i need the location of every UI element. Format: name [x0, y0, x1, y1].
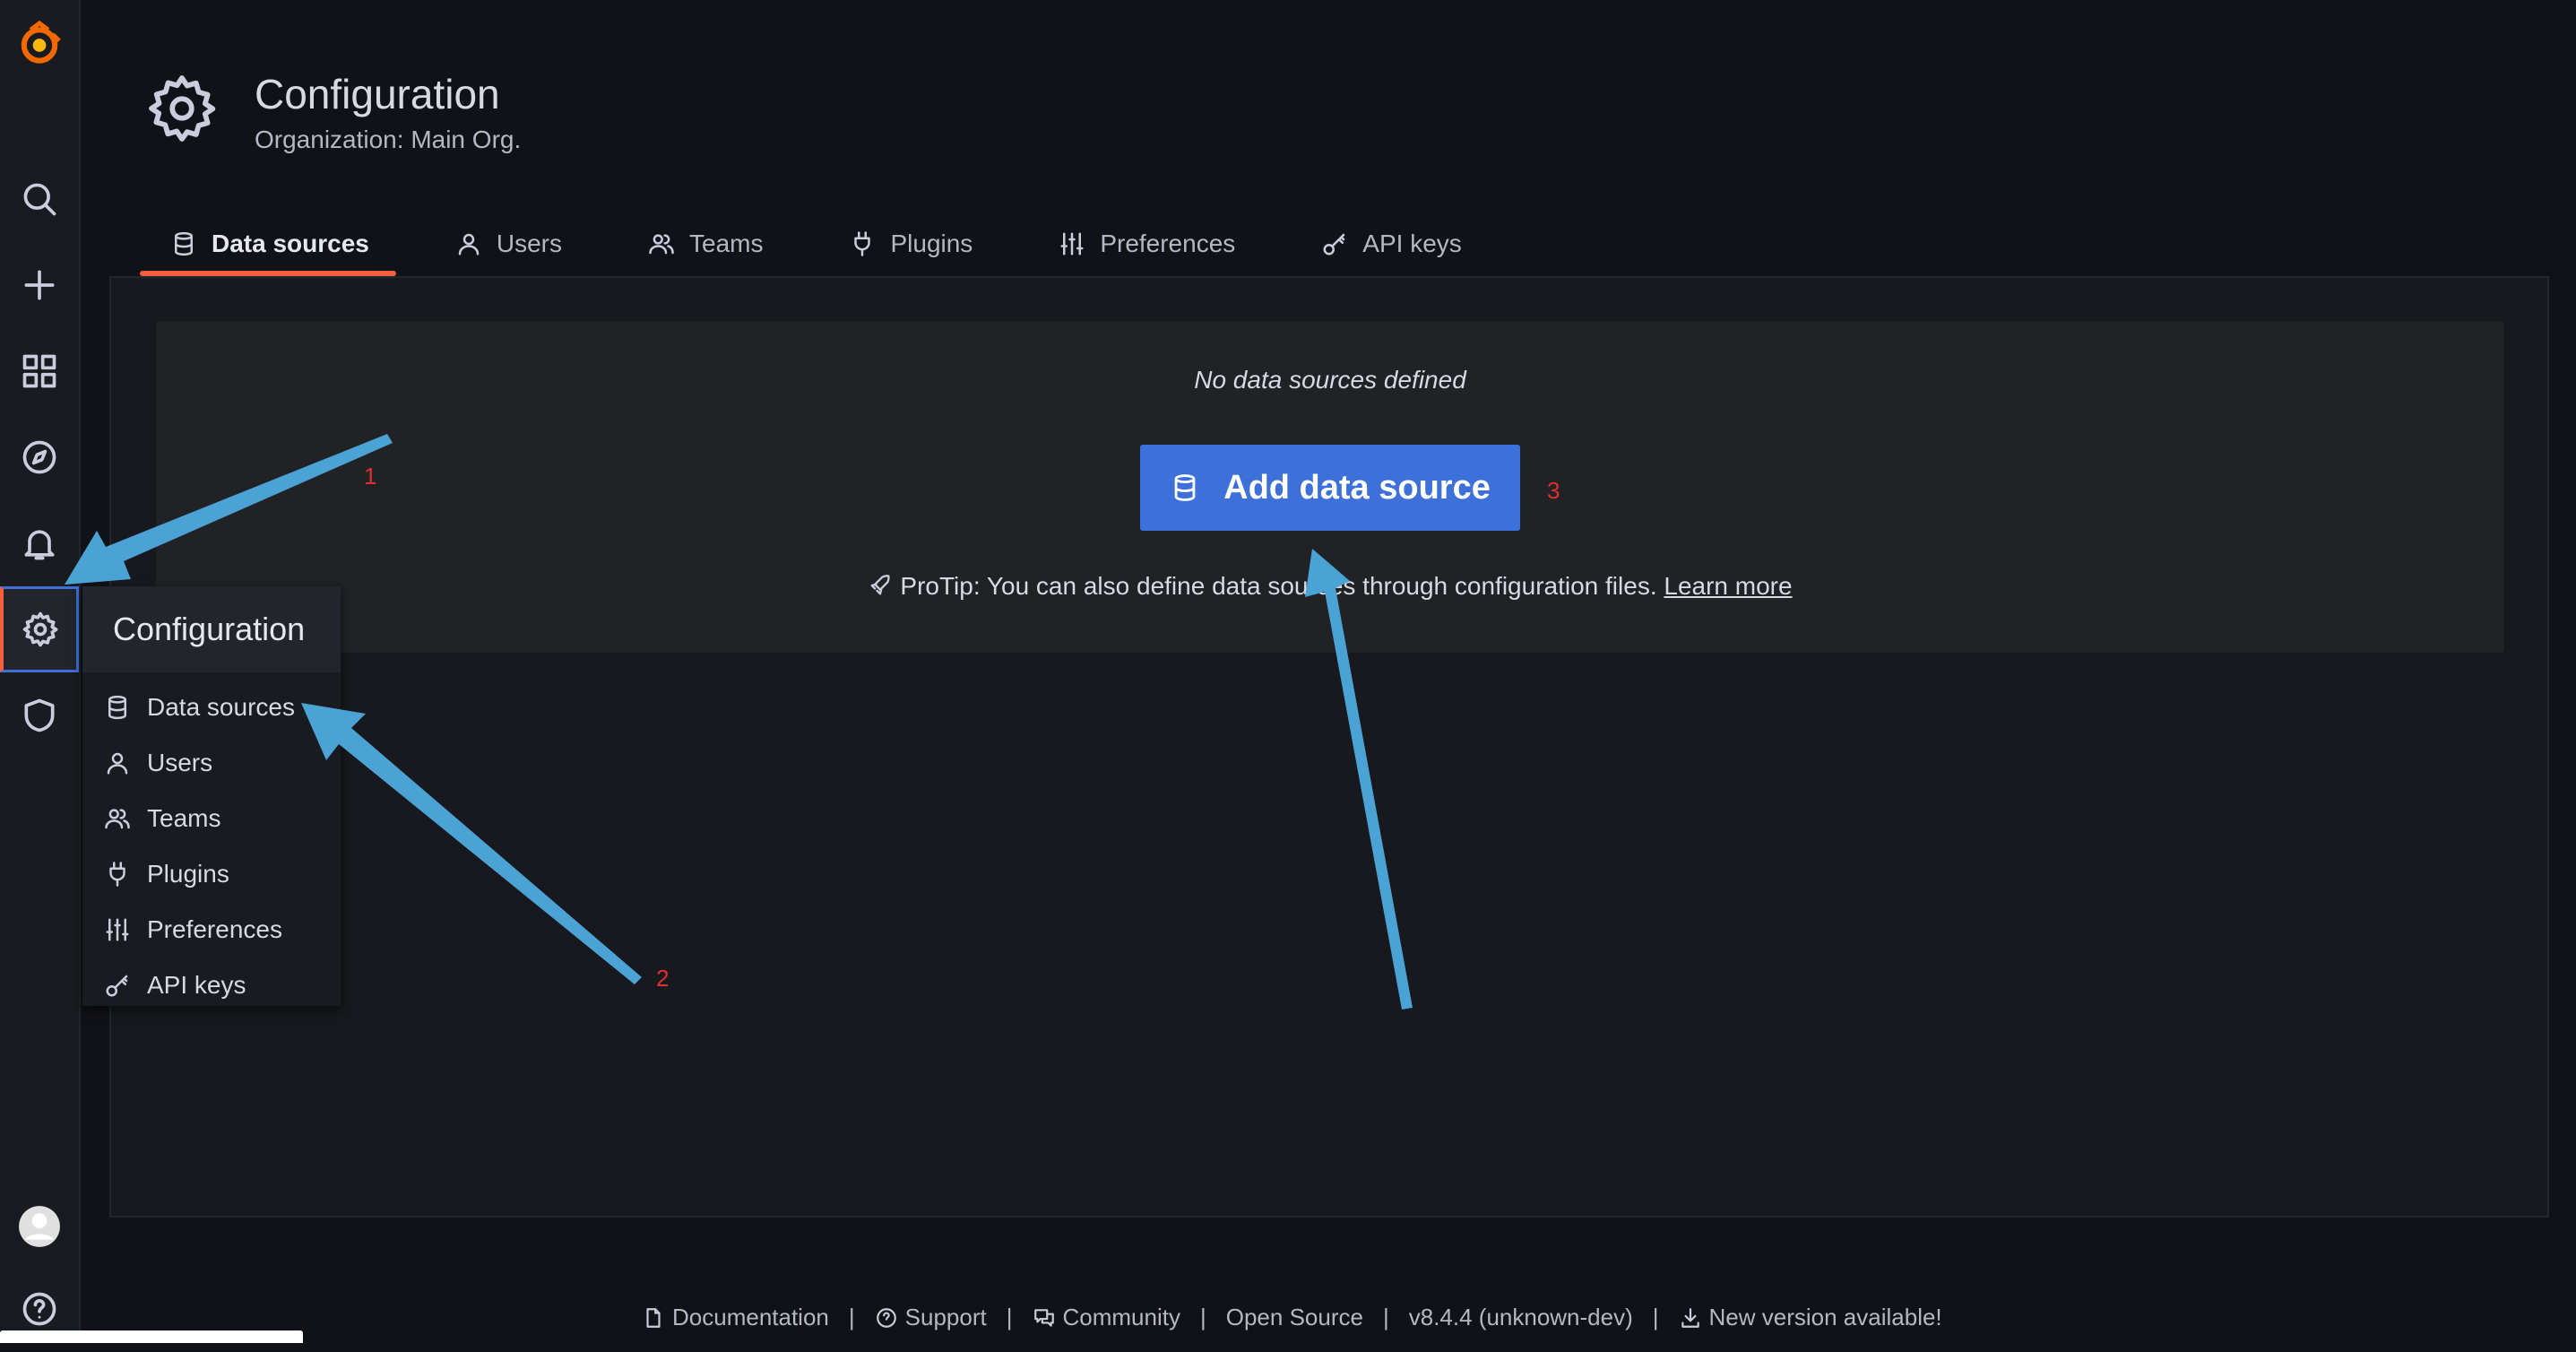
menu-item-users[interactable]: Users — [82, 735, 341, 791]
footer-separator: | — [848, 1304, 855, 1330]
user-icon — [107, 752, 128, 775]
sliders-icon — [106, 918, 129, 941]
footer-version: v8.4.4 (unknown-dev) — [1408, 1304, 1633, 1330]
empty-state-title: No data sources defined — [1194, 366, 1466, 394]
menu-item-preferences[interactable]: Preferences — [82, 902, 341, 958]
footer-new-version-link[interactable]: New version available! — [1679, 1304, 1942, 1331]
learn-more-link[interactable]: Learn more — [1664, 572, 1792, 600]
dashboards-icon[interactable] — [0, 328, 79, 414]
user-avatar[interactable] — [0, 1183, 79, 1270]
footer-separator: | — [1382, 1304, 1389, 1330]
page-gear-icon — [149, 75, 216, 142]
sidebar — [0, 0, 81, 1343]
menu-item-label: Plugins — [147, 860, 229, 888]
comments-icon — [1033, 1308, 1054, 1327]
menu-item-api-keys[interactable]: API keys — [82, 958, 341, 1013]
tab-bar: Data sources Users Teams Plugins Prefere… — [140, 217, 1519, 276]
database-icon — [108, 695, 126, 720]
add-data-source-label: Add data source — [1223, 468, 1491, 507]
empty-state-card: No data sources defined Add data source … — [156, 321, 2504, 653]
rocket-icon — [870, 575, 891, 595]
database-icon — [1174, 474, 1196, 501]
add-data-source-button[interactable]: Add data source — [1140, 445, 1520, 531]
user-icon — [458, 233, 480, 256]
tab-users[interactable]: Users — [427, 217, 589, 271]
footer-separator: | — [1199, 1304, 1206, 1330]
page-title: Configuration — [255, 71, 500, 117]
key-icon — [1323, 233, 1345, 256]
tab-label: Preferences — [1100, 230, 1236, 257]
users-icon — [105, 809, 130, 829]
plug-icon — [109, 862, 125, 887]
menu-item-label: Users — [147, 749, 213, 776]
annotation-number-3: 3 — [1547, 477, 1560, 504]
alerting-bell-icon[interactable] — [0, 500, 79, 586]
footer-open-source-link[interactable]: Open Source — [1226, 1304, 1363, 1331]
footer-separator: | — [1652, 1304, 1659, 1330]
configuration-gear-icon[interactable] — [0, 586, 79, 672]
footer-open-source-label: Open Source — [1225, 1304, 1363, 1330]
status-tooltip — [0, 1330, 303, 1343]
tab-preferences[interactable]: Preferences — [1030, 217, 1262, 271]
plug-icon — [854, 231, 871, 256]
tab-label: Plugins — [890, 230, 973, 257]
menu-item-label: Data sources — [147, 693, 295, 721]
explore-compass-icon[interactable] — [0, 414, 79, 500]
menu-item-data-sources[interactable]: Data sources — [82, 680, 341, 735]
plus-icon[interactable] — [0, 242, 79, 328]
footer-documentation-link[interactable]: Documentation — [642, 1304, 829, 1331]
menu-item-plugins[interactable]: Plugins — [82, 846, 341, 902]
sliders-icon — [1060, 232, 1084, 256]
menu-item-label: Preferences — [147, 915, 282, 943]
question-circle-icon — [876, 1307, 896, 1328]
tab-label: Teams — [689, 230, 764, 257]
download-icon — [1681, 1307, 1699, 1328]
menu-item-label: Teams — [147, 804, 221, 832]
users-icon — [649, 234, 674, 255]
menu-item-label: API keys — [147, 971, 246, 999]
tab-teams[interactable]: Teams — [619, 217, 790, 271]
protip: ProTip: You can also define data sources… — [156, 572, 2504, 601]
shield-icon[interactable] — [0, 672, 79, 758]
footer-community-link[interactable]: Community — [1033, 1304, 1180, 1331]
page-subtitle: Organization: Main Org. — [255, 126, 522, 153]
document-icon — [646, 1307, 661, 1328]
search-icon[interactable] — [0, 156, 79, 242]
tab-api-keys[interactable]: API keys — [1292, 217, 1488, 271]
tab-plugins[interactable]: Plugins — [820, 217, 999, 271]
tab-label: API keys — [1362, 230, 1462, 257]
configuration-menu: Configuration Data sources Users Teams P… — [82, 586, 341, 1006]
footer-support-link[interactable]: Support — [875, 1304, 987, 1331]
menu-header[interactable]: Configuration — [82, 586, 341, 672]
tab-label: Users — [496, 230, 562, 257]
menu-item-teams[interactable]: Teams — [82, 791, 341, 846]
tab-data-sources[interactable]: Data sources — [140, 217, 396, 276]
database-icon — [175, 231, 193, 256]
footer: Documentation | Support | Community | Op… — [642, 1304, 1942, 1331]
protip-text: ProTip: You can also define data sources… — [900, 572, 1657, 600]
footer-new-version-label: New version available! — [1708, 1304, 1942, 1330]
footer-documentation-label: Documentation — [672, 1304, 829, 1330]
footer-community-label: Community — [1062, 1304, 1180, 1330]
key-icon — [106, 975, 128, 997]
annotation-number-1: 1 — [364, 463, 377, 490]
footer-support-label: Support — [904, 1304, 987, 1330]
annotation-number-2: 2 — [656, 965, 670, 992]
grafana-logo-icon[interactable] — [0, 0, 79, 86]
tab-label: Data sources — [212, 230, 369, 257]
footer-separator: | — [1006, 1304, 1013, 1330]
